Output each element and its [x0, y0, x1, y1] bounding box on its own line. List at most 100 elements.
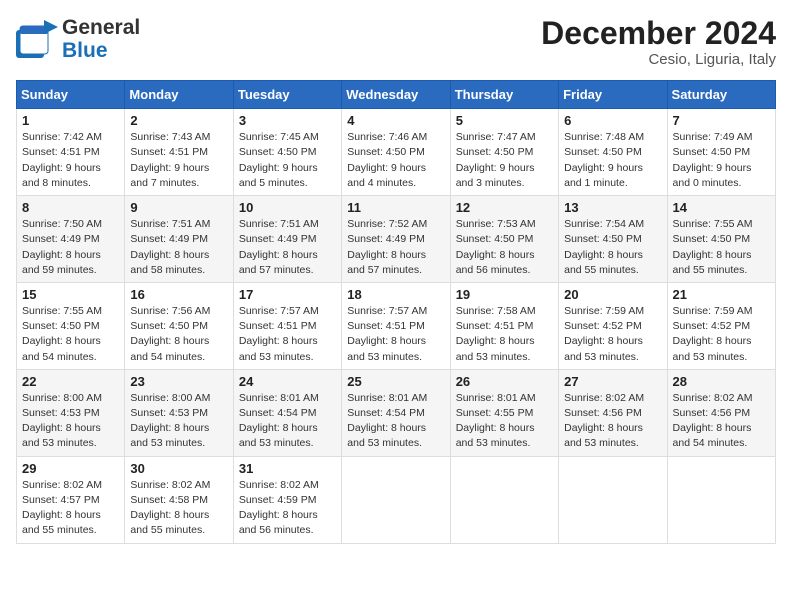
calendar-cell: 29 Sunrise: 8:02 AMSunset: 4:57 PMDaylig…: [17, 456, 125, 543]
calendar-cell: 27 Sunrise: 8:02 AMSunset: 4:56 PMDaylig…: [559, 369, 667, 456]
day-number: 11: [347, 200, 444, 215]
calendar-cell: 23 Sunrise: 8:00 AMSunset: 4:53 PMDaylig…: [125, 369, 233, 456]
day-info: Sunrise: 7:45 AMSunset: 4:50 PMDaylight:…: [239, 130, 336, 191]
day-number: 29: [22, 461, 119, 476]
day-number: 14: [673, 200, 770, 215]
day-info: Sunrise: 7:43 AMSunset: 4:51 PMDaylight:…: [130, 130, 227, 191]
day-number: 1: [22, 113, 119, 128]
day-info: Sunrise: 7:47 AMSunset: 4:50 PMDaylight:…: [456, 130, 553, 191]
page-header: General Blue December 2024 Cesio, Liguri…: [16, 16, 776, 68]
day-info: Sunrise: 8:02 AMSunset: 4:56 PMDaylight:…: [564, 391, 661, 452]
day-info: Sunrise: 7:46 AMSunset: 4:50 PMDaylight:…: [347, 130, 444, 191]
day-info: Sunrise: 8:00 AMSunset: 4:53 PMDaylight:…: [130, 391, 227, 452]
day-info: Sunrise: 7:50 AMSunset: 4:49 PMDaylight:…: [22, 217, 119, 278]
day-info: Sunrise: 7:59 AMSunset: 4:52 PMDaylight:…: [673, 304, 770, 365]
day-info: Sunrise: 7:53 AMSunset: 4:50 PMDaylight:…: [456, 217, 553, 278]
calendar-cell: 20 Sunrise: 7:59 AMSunset: 4:52 PMDaylig…: [559, 282, 667, 369]
calendar-cell: [342, 456, 450, 543]
calendar-cell: 21 Sunrise: 7:59 AMSunset: 4:52 PMDaylig…: [667, 282, 775, 369]
day-number: 2: [130, 113, 227, 128]
day-info: Sunrise: 8:02 AMSunset: 4:59 PMDaylight:…: [239, 478, 336, 539]
day-number: 10: [239, 200, 336, 215]
day-info: Sunrise: 8:01 AMSunset: 4:55 PMDaylight:…: [456, 391, 553, 452]
calendar-header-sunday: Sunday: [17, 81, 125, 109]
calendar-cell: 19 Sunrise: 7:58 AMSunset: 4:51 PMDaylig…: [450, 282, 558, 369]
day-number: 17: [239, 287, 336, 302]
day-number: 24: [239, 374, 336, 389]
day-info: Sunrise: 8:01 AMSunset: 4:54 PMDaylight:…: [239, 391, 336, 452]
day-info: Sunrise: 8:02 AMSunset: 4:58 PMDaylight:…: [130, 478, 227, 539]
day-number: 6: [564, 113, 661, 128]
day-info: Sunrise: 7:57 AMSunset: 4:51 PMDaylight:…: [239, 304, 336, 365]
day-number: 16: [130, 287, 227, 302]
calendar-header-wednesday: Wednesday: [342, 81, 450, 109]
calendar-cell: 15 Sunrise: 7:55 AMSunset: 4:50 PMDaylig…: [17, 282, 125, 369]
logo-general-text: General: [62, 16, 140, 39]
calendar-cell: 31 Sunrise: 8:02 AMSunset: 4:59 PMDaylig…: [233, 456, 341, 543]
calendar-cell: 10 Sunrise: 7:51 AMSunset: 4:49 PMDaylig…: [233, 196, 341, 283]
calendar-cell: 8 Sunrise: 7:50 AMSunset: 4:49 PMDayligh…: [17, 196, 125, 283]
day-number: 18: [347, 287, 444, 302]
title-block: December 2024 Cesio, Liguria, Italy: [541, 16, 776, 68]
day-number: 4: [347, 113, 444, 128]
day-number: 31: [239, 461, 336, 476]
calendar-cell: 26 Sunrise: 8:01 AMSunset: 4:55 PMDaylig…: [450, 369, 558, 456]
day-info: Sunrise: 7:42 AMSunset: 4:51 PMDaylight:…: [22, 130, 119, 191]
calendar-table: SundayMondayTuesdayWednesdayThursdayFrid…: [16, 80, 776, 543]
day-number: 19: [456, 287, 553, 302]
day-number: 8: [22, 200, 119, 215]
day-info: Sunrise: 7:48 AMSunset: 4:50 PMDaylight:…: [564, 130, 661, 191]
day-info: Sunrise: 7:55 AMSunset: 4:50 PMDaylight:…: [673, 217, 770, 278]
logo: General Blue: [16, 16, 140, 62]
calendar-cell: 17 Sunrise: 7:57 AMSunset: 4:51 PMDaylig…: [233, 282, 341, 369]
day-number: 27: [564, 374, 661, 389]
calendar-cell: 28 Sunrise: 8:02 AMSunset: 4:56 PMDaylig…: [667, 369, 775, 456]
calendar-cell: 6 Sunrise: 7:48 AMSunset: 4:50 PMDayligh…: [559, 109, 667, 196]
day-number: 13: [564, 200, 661, 215]
calendar-cell: 5 Sunrise: 7:47 AMSunset: 4:50 PMDayligh…: [450, 109, 558, 196]
calendar-cell: 18 Sunrise: 7:57 AMSunset: 4:51 PMDaylig…: [342, 282, 450, 369]
calendar-cell: [559, 456, 667, 543]
calendar-cell: 1 Sunrise: 7:42 AMSunset: 4:51 PMDayligh…: [17, 109, 125, 196]
calendar-cell: 22 Sunrise: 8:00 AMSunset: 4:53 PMDaylig…: [17, 369, 125, 456]
calendar-header-friday: Friday: [559, 81, 667, 109]
month-title: December 2024: [541, 16, 776, 51]
day-number: 5: [456, 113, 553, 128]
calendar-cell: [667, 456, 775, 543]
day-info: Sunrise: 7:51 AMSunset: 4:49 PMDaylight:…: [239, 217, 336, 278]
calendar-cell: 9 Sunrise: 7:51 AMSunset: 4:49 PMDayligh…: [125, 196, 233, 283]
day-info: Sunrise: 8:02 AMSunset: 4:56 PMDaylight:…: [673, 391, 770, 452]
day-info: Sunrise: 7:56 AMSunset: 4:50 PMDaylight:…: [130, 304, 227, 365]
calendar-cell: 11 Sunrise: 7:52 AMSunset: 4:49 PMDaylig…: [342, 196, 450, 283]
day-info: Sunrise: 7:57 AMSunset: 4:51 PMDaylight:…: [347, 304, 444, 365]
day-number: 26: [456, 374, 553, 389]
day-number: 25: [347, 374, 444, 389]
day-number: 7: [673, 113, 770, 128]
calendar-cell: 7 Sunrise: 7:49 AMSunset: 4:50 PMDayligh…: [667, 109, 775, 196]
day-number: 23: [130, 374, 227, 389]
day-number: 30: [130, 461, 227, 476]
day-number: 15: [22, 287, 119, 302]
day-number: 9: [130, 200, 227, 215]
calendar-cell: 12 Sunrise: 7:53 AMSunset: 4:50 PMDaylig…: [450, 196, 558, 283]
calendar-cell: 14 Sunrise: 7:55 AMSunset: 4:50 PMDaylig…: [667, 196, 775, 283]
calendar-cell: 16 Sunrise: 7:56 AMSunset: 4:50 PMDaylig…: [125, 282, 233, 369]
location-title: Cesio, Liguria, Italy: [541, 51, 776, 68]
calendar-cell: 13 Sunrise: 7:54 AMSunset: 4:50 PMDaylig…: [559, 196, 667, 283]
day-number: 20: [564, 287, 661, 302]
calendar-header-saturday: Saturday: [667, 81, 775, 109]
day-info: Sunrise: 7:51 AMSunset: 4:49 PMDaylight:…: [130, 217, 227, 278]
day-info: Sunrise: 7:59 AMSunset: 4:52 PMDaylight:…: [564, 304, 661, 365]
day-number: 3: [239, 113, 336, 128]
logo-text: General Blue: [62, 16, 140, 62]
calendar-cell: 4 Sunrise: 7:46 AMSunset: 4:50 PMDayligh…: [342, 109, 450, 196]
calendar-header-thursday: Thursday: [450, 81, 558, 109]
calendar-header-monday: Monday: [125, 81, 233, 109]
day-info: Sunrise: 8:00 AMSunset: 4:53 PMDaylight:…: [22, 391, 119, 452]
calendar-cell: [450, 456, 558, 543]
logo-icon: [16, 20, 58, 58]
day-number: 21: [673, 287, 770, 302]
calendar-header-tuesday: Tuesday: [233, 81, 341, 109]
logo-blue-text: Blue: [62, 39, 108, 62]
day-info: Sunrise: 7:49 AMSunset: 4:50 PMDaylight:…: [673, 130, 770, 191]
